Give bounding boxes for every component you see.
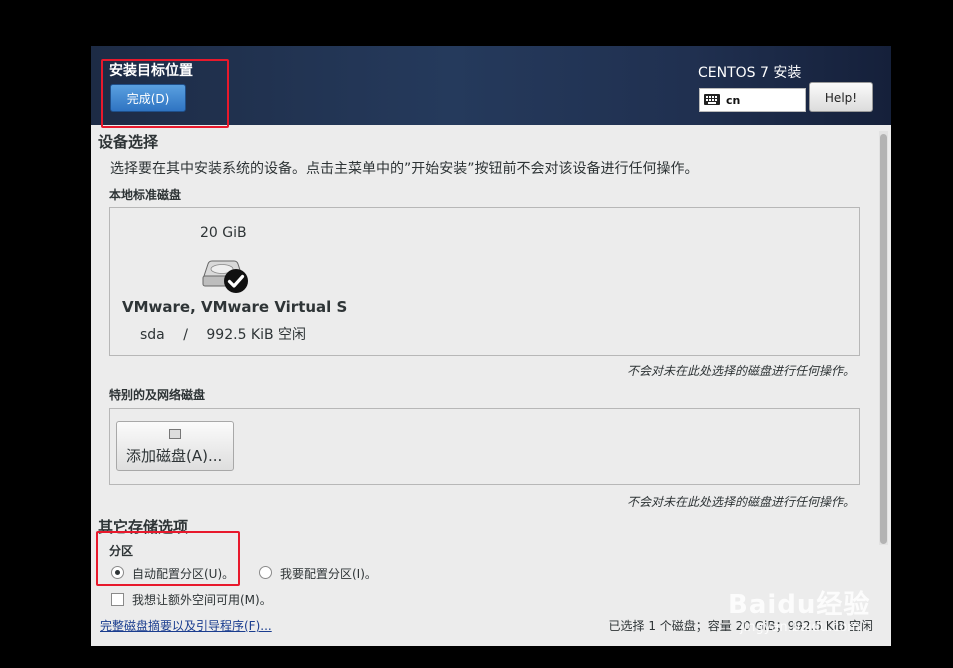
device-selection-title: 设备选择 [98, 133, 159, 151]
disk-tile-sda[interactable]: 20 GiB VMware, VMware Virtual S sda / 99… [110, 208, 350, 355]
add-disk-label: 添加磁盘(A)... [126, 447, 223, 465]
local-disks-note: 不会对未在此处选择的磁盘进行任何操作。 [626, 364, 855, 378]
disk-info-separator: / [183, 327, 188, 343]
disk-size: 20 GiB [200, 225, 247, 241]
disk-device: sda [140, 327, 165, 343]
disk-small-icon [169, 429, 181, 439]
highlight-box-partition [96, 531, 240, 586]
keyboard-layout-indicator[interactable]: cn [699, 88, 806, 112]
help-button[interactable]: Help! [809, 82, 873, 112]
checkmark-icon [224, 269, 248, 293]
watermark-brand: Baidu经验 [728, 590, 871, 620]
local-disks-panel: 20 GiB VMware, VMware Virtual S sda / 99… [109, 207, 860, 356]
local-disks-title: 本地标准磁盘 [109, 188, 182, 202]
special-disks-note: 不会对未在此处选择的磁盘进行任何操作。 [626, 495, 855, 509]
watermark: Baidu经验 jingyan.baidu.com [728, 584, 871, 635]
special-disks-panel: 添加磁盘(A)... [109, 408, 860, 485]
add-disk-button[interactable]: 添加磁盘(A)... [116, 421, 234, 471]
keyboard-icon [704, 94, 720, 105]
scrollbar[interactable] [879, 131, 888, 545]
disk-free-space: 992.5 KiB 空闲 [206, 327, 307, 343]
device-selection-description: 选择要在其中安装系统的设备。点击主菜单中的”开始安装”按钮前不会对该设备进行任何… [110, 161, 699, 177]
extra-space-checkbox[interactable] [111, 593, 124, 606]
manual-partition-radio[interactable] [259, 566, 272, 579]
keyboard-layout-label: cn [726, 94, 741, 107]
installer-window: 安装目标位置 完成(D) CENTOS 7 安装 cn Help! 设备选择 选… [91, 46, 891, 646]
product-title: CENTOS 7 安装 [698, 65, 802, 81]
full-disk-summary-link[interactable]: 完整磁盘摘要以及引导程序(F)... [100, 617, 272, 634]
disk-name: VMware, VMware Virtual S [122, 298, 348, 316]
disk-info: sda / 992.5 KiB 空闲 [140, 324, 306, 344]
highlight-box-top [101, 59, 229, 128]
watermark-url: jingyan.baidu.com [740, 620, 860, 635]
scrollbar-thumb[interactable] [880, 134, 887, 544]
special-disks-title: 特别的及网络磁盘 [109, 388, 206, 402]
manual-partition-label[interactable]: 我要配置分区(I)。 [280, 565, 377, 582]
